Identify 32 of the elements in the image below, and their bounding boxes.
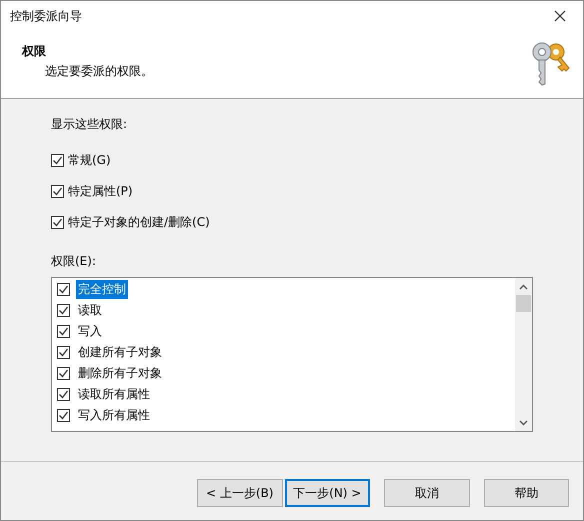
window-title: 控制委派向导 [10, 8, 82, 24]
checkbox[interactable] [57, 388, 70, 401]
checkbox[interactable] [57, 346, 70, 359]
checkbox-label: 常规(G) [68, 152, 111, 169]
list-item[interactable]: 写入所有属性 [76, 406, 152, 425]
checkbox[interactable] [51, 216, 64, 229]
checkbox[interactable] [57, 325, 70, 338]
section-label: 显示这些权限: [51, 116, 128, 133]
page-heading: 权限 [22, 43, 47, 60]
scroll-thumb[interactable] [516, 295, 531, 312]
dialog-button[interactable]: 取消 [384, 479, 470, 507]
checkbox-label: 特定子对象的创建/删除(C) [68, 214, 210, 231]
checkbox-label: 特定属性(P) [68, 183, 133, 200]
list-item[interactable]: 完全控制 [76, 280, 128, 299]
list-item[interactable]: 写入 [76, 322, 104, 341]
list-item[interactable]: 删除所有子对象 [76, 364, 164, 383]
checkbox[interactable] [57, 283, 70, 296]
list-item[interactable]: 读取所有属性 [76, 385, 152, 404]
list-item[interactable]: 创建所有子对象 [76, 343, 164, 362]
checkbox[interactable] [51, 185, 64, 198]
section-label: 权限(E): [51, 253, 96, 270]
close-icon[interactable] [554, 10, 566, 22]
checkbox[interactable] [57, 367, 70, 380]
page-description: 选定要委派的权限。 [45, 63, 153, 80]
checkbox[interactable] [57, 409, 70, 422]
checkbox[interactable] [57, 304, 70, 317]
list-item[interactable]: 读取 [76, 301, 104, 320]
dialog-button[interactable]: 帮助 [484, 479, 570, 507]
checkbox[interactable] [51, 154, 64, 167]
dialog-button[interactable]: < 上一步(B) [197, 479, 282, 507]
scrollbar[interactable] [515, 278, 532, 431]
dialog-button[interactable]: 下一步(N) > [284, 479, 370, 507]
